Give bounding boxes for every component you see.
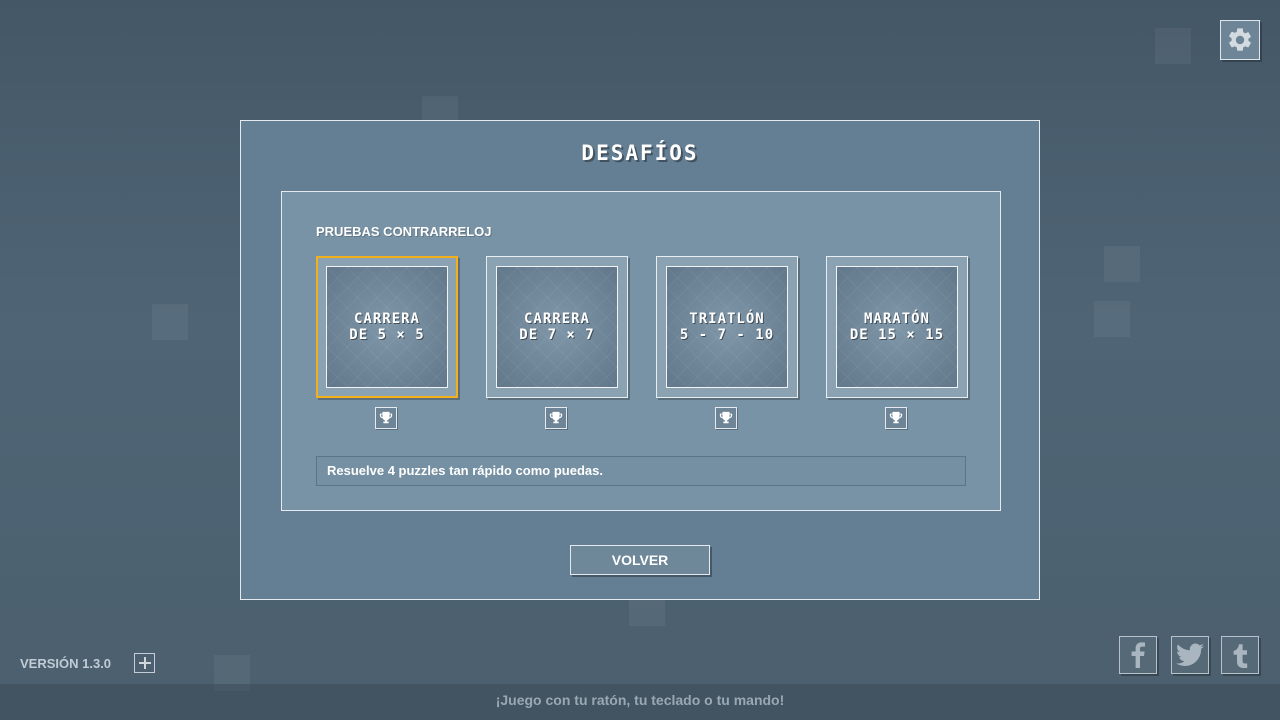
- twitter-icon: [1176, 643, 1204, 666]
- twitter-button[interactable]: [1171, 636, 1209, 674]
- challenge-thumbnail: CARRERA DE 5 × 5: [326, 266, 448, 388]
- challenge-title-line1: CARRERA: [353, 311, 420, 327]
- dialog-title: DESAFÍOS: [581, 141, 699, 165]
- background-square: [422, 96, 458, 120]
- challenge-title-line2: 5 - 7 - 10: [679, 327, 775, 343]
- trophy-icon: [549, 411, 563, 424]
- challenge-thumbnail: MARATÓN DE 15 × 15: [836, 266, 958, 388]
- facebook-icon: [1131, 642, 1145, 668]
- trophy-button-marathon[interactable]: [885, 407, 907, 429]
- trophy-button-race-5x5[interactable]: [375, 407, 397, 429]
- challenge-card-race-5x5[interactable]: CARRERA DE 5 × 5: [316, 256, 458, 398]
- facebook-button[interactable]: [1119, 636, 1157, 674]
- version-expand-button[interactable]: [134, 653, 155, 673]
- trophy-icon: [379, 411, 393, 424]
- tumblr-button[interactable]: [1221, 636, 1259, 674]
- trophy-icon: [889, 411, 903, 424]
- background-square: [1094, 301, 1130, 337]
- plus-icon: [138, 657, 151, 669]
- background-square: [1155, 28, 1191, 64]
- background-square: [629, 600, 665, 626]
- challenge-card-marathon[interactable]: MARATÓN DE 15 × 15: [826, 256, 968, 398]
- background-square: [152, 304, 188, 340]
- time-trial-panel: PRUEBAS CONTRARRELOJ CARRERA DE 5 × 5 CA…: [281, 191, 1001, 511]
- challenge-title-line2: DE 15 × 15: [849, 327, 945, 343]
- trophy-button-triathlon[interactable]: [715, 407, 737, 429]
- back-button[interactable]: VOLVER: [570, 545, 710, 575]
- tumblr-icon: [1233, 644, 1248, 668]
- challenge-title-line2: DE 5 × 5: [349, 327, 425, 343]
- challenge-title-line2: DE 7 × 7: [519, 327, 595, 343]
- challenges-dialog: DESAFÍOS PRUEBAS CONTRARRELOJ CARRERA DE…: [240, 120, 1040, 600]
- version-label: VERSIÓN 1.3.0: [20, 656, 112, 671]
- trophy-button-race-7x7[interactable]: [545, 407, 567, 429]
- settings-button[interactable]: [1220, 20, 1260, 60]
- challenge-card-triathlon[interactable]: TRIATLÓN 5 - 7 - 10: [656, 256, 798, 398]
- challenge-thumbnail: CARRERA DE 7 × 7: [496, 266, 618, 388]
- trophy-icon: [719, 411, 733, 424]
- challenge-thumbnail: TRIATLÓN 5 - 7 - 10: [666, 266, 788, 388]
- background-square: [1104, 246, 1140, 282]
- gear-icon: [1229, 28, 1251, 51]
- challenge-title-line1: TRIATLÓN: [689, 311, 765, 327]
- footer-hint: ¡Juego con tu ratón, tu teclado o tu man…: [495, 692, 785, 708]
- challenge-title-line1: CARRERA: [523, 311, 590, 327]
- section-title: PRUEBAS CONTRARRELOJ: [316, 224, 492, 239]
- challenge-title-line1: MARATÓN: [863, 311, 930, 327]
- challenge-description: Resuelve 4 puzzles tan rápido como pueda…: [316, 456, 966, 486]
- challenge-card-race-7x7[interactable]: CARRERA DE 7 × 7: [486, 256, 628, 398]
